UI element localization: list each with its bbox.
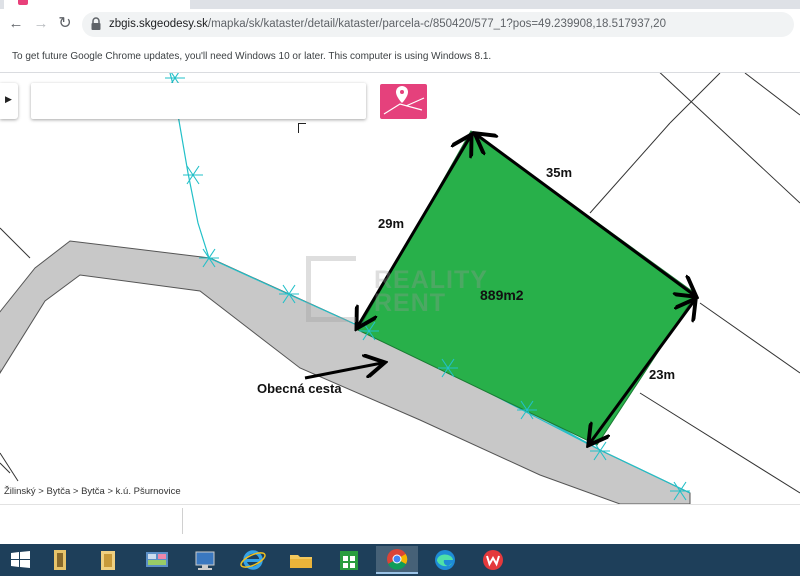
taskbar-folder[interactable]	[88, 546, 130, 574]
reload-button[interactable]: ↻	[54, 13, 76, 35]
edge-icon	[435, 550, 455, 570]
search-input[interactable]	[31, 83, 366, 119]
parcel-tool-button[interactable]	[380, 84, 427, 119]
infobar-text: To get future Google Chrome updates, you…	[12, 51, 492, 62]
url-domain: zbgis.skgeodesy.sk	[109, 18, 208, 30]
edge-length-left: 29m	[378, 216, 405, 231]
chrome-icon	[387, 549, 408, 570]
computer-icon	[195, 551, 215, 570]
start-icon	[11, 551, 30, 568]
taskbar-file-manager[interactable]	[40, 546, 82, 574]
browser-tab[interactable]	[4, 0, 190, 9]
update-infobar: To get future Google Chrome updates, you…	[0, 39, 800, 73]
back-button[interactable]: ←	[5, 13, 27, 35]
browser-toolbar: ← → ↻ zbgis.skgeodesy.sk/mapka/sk/katast…	[0, 9, 800, 39]
address-bar[interactable]: zbgis.skgeodesy.sk/mapka/sk/kataster/det…	[82, 12, 794, 37]
url-text: zbgis.skgeodesy.sk/mapka/sk/kataster/det…	[109, 18, 666, 30]
tab-favicon-icon	[18, 0, 28, 5]
divider	[182, 508, 183, 534]
file-manager-icon	[54, 550, 66, 570]
wps-office-icon	[483, 550, 503, 570]
parcel-pin-icon	[383, 86, 425, 115]
lock-icon	[91, 17, 101, 30]
tab-strip	[0, 0, 800, 9]
taskbar-wps-office[interactable]	[472, 546, 514, 574]
road-label: Obecná cesta	[257, 381, 342, 396]
cadastral-map[interactable]: ▶ REALITY RENT 35m 29m 23m 889m2 Obecná …	[0, 73, 800, 504]
taskbar-chrome[interactable]	[376, 546, 418, 574]
edge-length-right: 23m	[649, 367, 676, 382]
taskbar-control-panel[interactable]	[136, 546, 178, 574]
panel-toggle-button[interactable]: ▶	[0, 83, 18, 119]
store-icon	[340, 551, 358, 570]
breadcrumb: Žilinský > Bytča > Bytča > k.ú. Pšurnovi…	[4, 486, 181, 497]
taskbar-file-explorer[interactable]	[280, 546, 322, 574]
url-path: /mapka/sk/kataster/detail/kataster/parce…	[207, 18, 666, 30]
parcel-area-label: 889m2	[480, 287, 524, 303]
control-panel-icon	[146, 552, 168, 567]
taskbar-internet-explorer[interactable]	[232, 546, 274, 574]
taskbar	[0, 544, 800, 576]
bottom-panel	[0, 504, 800, 544]
forward-button[interactable]: →	[30, 13, 52, 35]
file-explorer-icon	[290, 555, 312, 568]
cursor-icon	[298, 123, 306, 133]
edge-length-top: 35m	[546, 165, 573, 180]
watermark-line2: RENT	[374, 289, 447, 317]
internet-explorer-icon	[240, 550, 266, 570]
taskbar-store[interactable]	[328, 546, 370, 574]
taskbar-computer[interactable]	[184, 546, 226, 574]
watermark-logo-icon	[306, 256, 356, 322]
watermark: REALITY RENT	[306, 256, 506, 326]
taskbar-edge[interactable]	[424, 546, 466, 574]
folder-icon	[101, 551, 115, 570]
start-button[interactable]	[0, 546, 42, 574]
chevron-right-icon: ▶	[5, 94, 12, 104]
screen: ← → ↻ zbgis.skgeodesy.sk/mapka/sk/katast…	[0, 0, 800, 576]
